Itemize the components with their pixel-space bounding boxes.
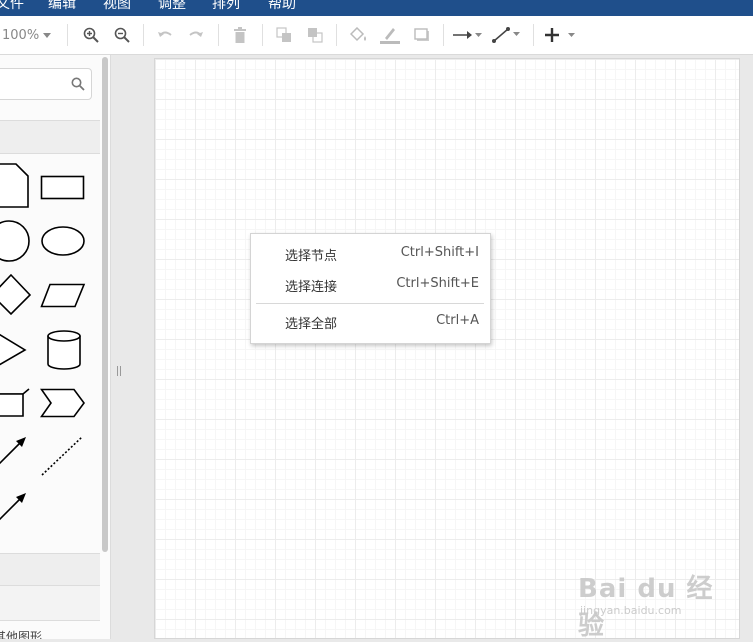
insert-button[interactable] (542, 16, 578, 54)
line-color-button[interactable] (378, 16, 402, 54)
toolbar-divider (218, 24, 219, 46)
shapes-sidebar: 其他图形 (0, 55, 111, 639)
fill-color-button[interactable] (347, 16, 371, 54)
general-section-header[interactable] (0, 120, 100, 154)
menu-item-shortcut: Ctrl+Shift+E (396, 276, 479, 291)
shape-cube[interactable] (0, 388, 32, 418)
menu-arrange[interactable]: 调整 (158, 0, 186, 13)
diagram-canvas[interactable] (154, 58, 740, 639)
waypoints-icon (492, 27, 520, 43)
shape-rectangle[interactable] (40, 175, 86, 201)
menu-file[interactable]: 文件 (0, 0, 24, 13)
watermark: Bai du 经验 jingyan.baidu.com (578, 560, 738, 641)
insert-icon (545, 28, 575, 42)
zoom-out-button[interactable] (111, 16, 133, 54)
toolbar: 100% (0, 16, 753, 55)
toolbar-divider (262, 24, 263, 46)
splitter-grip-icon[interactable] (117, 366, 121, 376)
menu-item-label: 选择节点 (285, 249, 338, 264)
context-menu: 选择节点 Ctrl+Shift+I 选择连接 Ctrl+Shift+E 选择全部… (250, 233, 491, 344)
menu-separator (256, 303, 484, 304)
connection-icon (453, 31, 482, 39)
shape-triangle[interactable] (0, 329, 28, 371)
shape-arrow-line[interactable] (0, 435, 28, 471)
to-back-button[interactable] (304, 16, 326, 54)
shape-ellipse[interactable] (40, 225, 86, 257)
zoom-in-icon (83, 27, 99, 43)
to-front-button[interactable] (273, 16, 295, 54)
toolbar-divider (443, 24, 444, 46)
sidebar-scrollbar[interactable] (102, 57, 108, 552)
redo-icon (189, 31, 203, 37)
sidebar-section-header[interactable] (0, 553, 100, 587)
shape-cylinder[interactable] (46, 329, 82, 371)
sidebar-section-label[interactable]: 其他图形 (0, 628, 42, 639)
chevron-down-icon (43, 32, 52, 38)
waypoints-button[interactable] (490, 16, 522, 54)
search-input[interactable] (0, 68, 92, 100)
zoom-in-button[interactable] (80, 16, 102, 54)
menu-view[interactable]: 视图 (103, 0, 131, 13)
menu-edit[interactable]: 编辑 (48, 0, 76, 13)
connection-style-button[interactable] (451, 16, 483, 54)
toolbar-divider (143, 24, 144, 46)
shape-arrow-line-2[interactable] (0, 491, 28, 527)
menu-format[interactable]: 排列 (212, 0, 240, 13)
shadow-icon (414, 28, 429, 41)
shape-circle[interactable] (0, 219, 32, 263)
to-front-icon (276, 27, 291, 42)
to-back-icon (308, 28, 323, 43)
menu-item-select-edges[interactable]: 选择连接 Ctrl+Shift+E (251, 271, 490, 299)
menu-item-select-vertices[interactable]: 选择节点 Ctrl+Shift+I (251, 240, 490, 268)
menu-item-shortcut: Ctrl+A (436, 313, 479, 328)
panel-splitter[interactable] (111, 55, 154, 639)
menu-item-label: 选择全部 (285, 317, 338, 332)
watermark-url: jingyan.baidu.com (580, 604, 682, 617)
shape-step[interactable] (40, 388, 86, 418)
shape-dashed-line[interactable] (40, 435, 84, 477)
line-color-icon (380, 28, 400, 44)
shadow-button[interactable] (410, 16, 434, 54)
menu-item-select-all[interactable]: 选择全部 Ctrl+A (251, 308, 490, 336)
zoom-value: 100% (2, 27, 40, 43)
fill-color-icon (350, 27, 366, 42)
menu-help[interactable]: 帮助 (268, 0, 296, 13)
toolbar-divider (336, 24, 337, 46)
toolbar-divider (67, 24, 68, 46)
search-icon[interactable] (71, 77, 85, 91)
zoom-out-icon (114, 27, 130, 43)
undo-button[interactable] (154, 16, 176, 54)
menu-item-shortcut: Ctrl+Shift+I (400, 245, 479, 260)
menubar: 文件 编辑 视图 调整 排列 帮助 (0, 0, 753, 16)
undo-icon (158, 31, 172, 37)
toolbar-divider (533, 24, 534, 46)
shape-document[interactable] (0, 163, 30, 209)
shape-diamond[interactable] (0, 274, 32, 316)
delete-button[interactable] (229, 16, 251, 54)
menu-item-label: 选择连接 (285, 280, 338, 295)
zoom-dropdown[interactable]: 100% (2, 16, 60, 54)
sidebar-section-header[interactable] (0, 585, 100, 621)
shape-parallelogram[interactable] (40, 283, 86, 309)
delete-icon (234, 27, 246, 43)
redo-button[interactable] (185, 16, 207, 54)
